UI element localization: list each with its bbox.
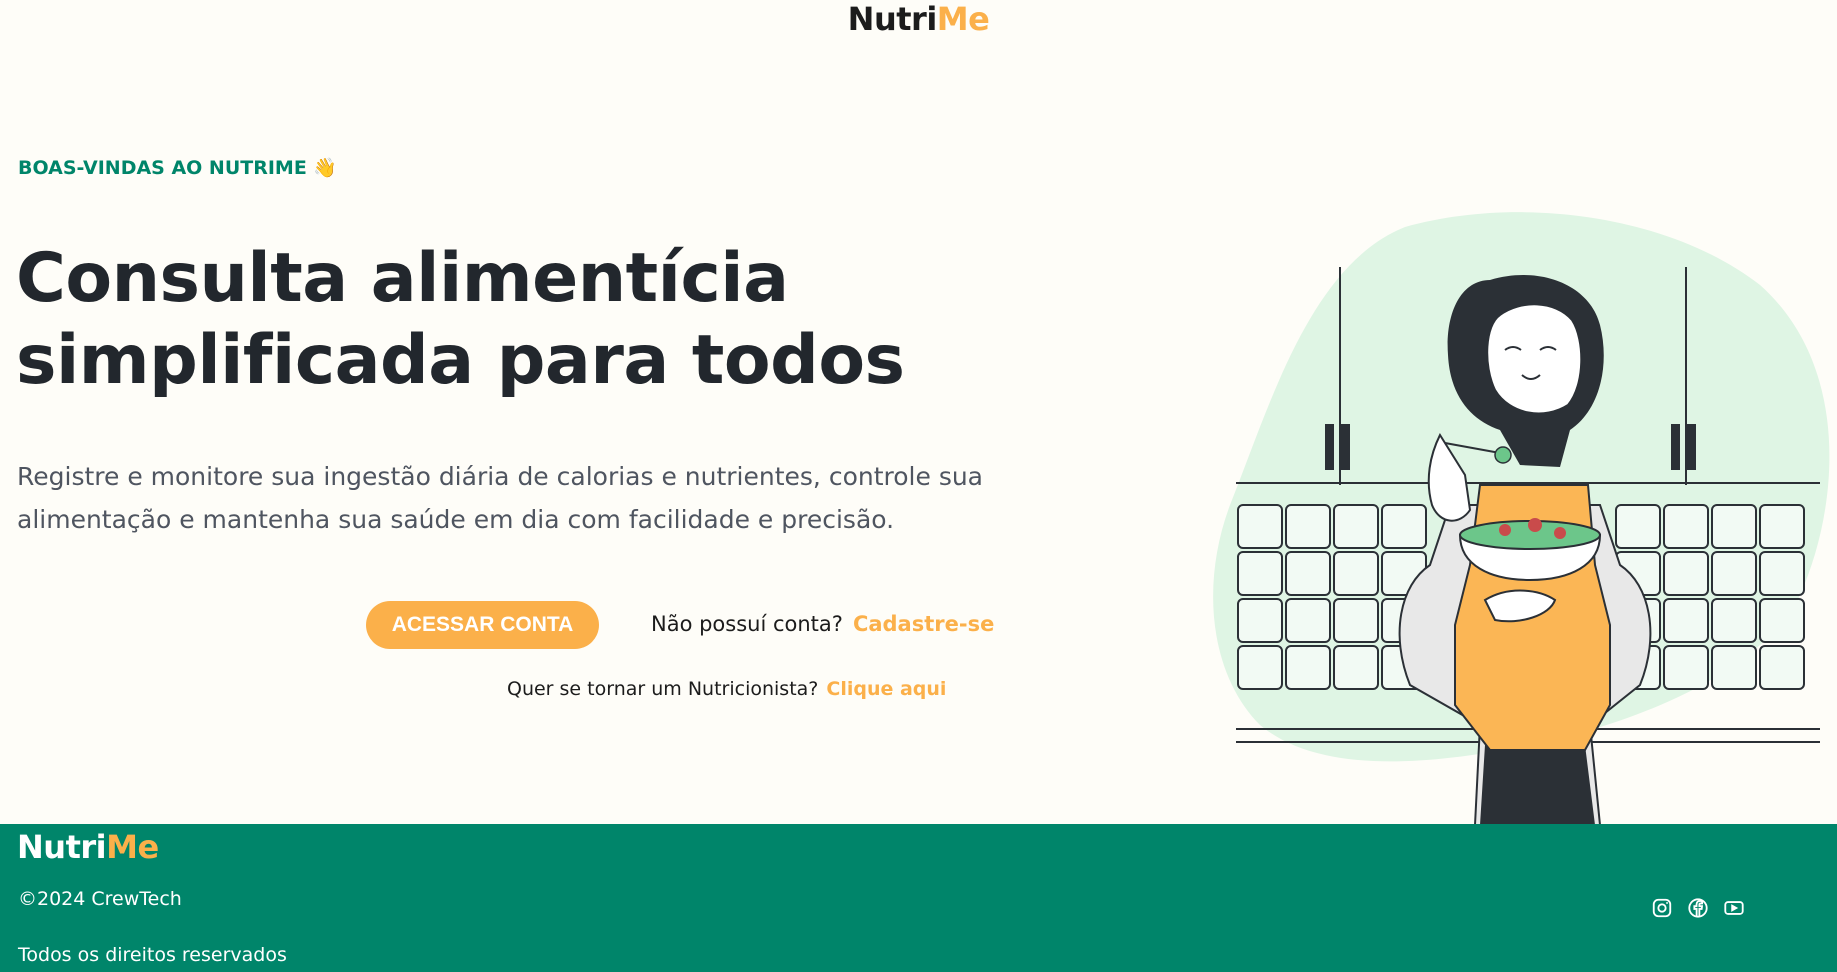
- wall-tile: [1759, 551, 1805, 596]
- wall-tile: [1711, 504, 1757, 549]
- hero-title: Consulta alimentícia simplificada para t…: [16, 238, 916, 402]
- youtube-icon[interactable]: [1722, 896, 1746, 920]
- wall-tile: [1285, 598, 1331, 643]
- footer-logo-accent-text: Me: [106, 828, 159, 866]
- login-button[interactable]: ACESSAR CONTA: [366, 601, 599, 649]
- wall-tile: [1759, 504, 1805, 549]
- hero-title-line1: Consulta alimentícia: [16, 239, 789, 318]
- wall-tile: [1237, 504, 1283, 549]
- footer: NutriMe ©2024 CrewTech Todos os direitos…: [0, 824, 1837, 972]
- signup-link[interactable]: Cadastre-se: [853, 612, 994, 636]
- wall-tile: [1333, 598, 1379, 643]
- footer-logo[interactable]: NutriMe: [17, 828, 159, 866]
- header-logo[interactable]: NutriMe: [0, 0, 1837, 38]
- logo-main-text: Nutri: [847, 0, 938, 38]
- wall-tile: [1759, 598, 1805, 643]
- wall-tile: [1285, 645, 1331, 690]
- nutritionist-link[interactable]: Clique aqui: [826, 678, 946, 700]
- wall-tile: [1663, 598, 1709, 643]
- wall-tile: [1285, 504, 1331, 549]
- wall-tile: [1663, 504, 1709, 549]
- wall-tile: [1333, 645, 1379, 690]
- wall-tile: [1237, 598, 1283, 643]
- wall-tile: [1663, 645, 1709, 690]
- wall-tile: [1711, 645, 1757, 690]
- copyright-text: ©2024 CrewTech: [18, 888, 182, 910]
- instagram-icon[interactable]: [1650, 896, 1674, 920]
- wall-tile: [1285, 551, 1331, 596]
- nutritionist-prompt: Quer se tornar um Nutricionista? Clique a…: [507, 678, 946, 700]
- social-links: [1650, 896, 1746, 920]
- footer-logo-main-text: Nutri: [17, 828, 107, 866]
- signup-prompt: Não possuí conta? Cadastre-se: [651, 612, 994, 636]
- welcome-label: BOAS-VINDAS AO NUTRIME 👋: [18, 157, 338, 179]
- facebook-icon[interactable]: [1686, 896, 1710, 920]
- woman-eating-salad-illustration: [1213, 212, 1830, 825]
- wall-tile: [1333, 504, 1379, 549]
- logo-accent-text: Me: [936, 0, 990, 38]
- hero-description: Registre e monitore sua ingestão diária …: [17, 462, 984, 534]
- no-account-text: Não possuí conta?: [651, 612, 843, 636]
- wall-tile: [1759, 645, 1805, 690]
- wall-tile: [1381, 504, 1427, 549]
- wall-tile: [1663, 551, 1709, 596]
- wall-tile: [1615, 504, 1661, 549]
- hero-title-line2: simplificada para todos: [16, 321, 905, 400]
- wall-tile: [1333, 551, 1379, 596]
- wall-tile: [1711, 598, 1757, 643]
- wall-tile: [1237, 645, 1283, 690]
- wall-tile: [1237, 551, 1283, 596]
- nutritionist-text: Quer se tornar um Nutricionista?: [507, 678, 819, 700]
- wall-tile: [1711, 551, 1757, 596]
- rights-text: Todos os direitos reservados: [18, 944, 287, 966]
